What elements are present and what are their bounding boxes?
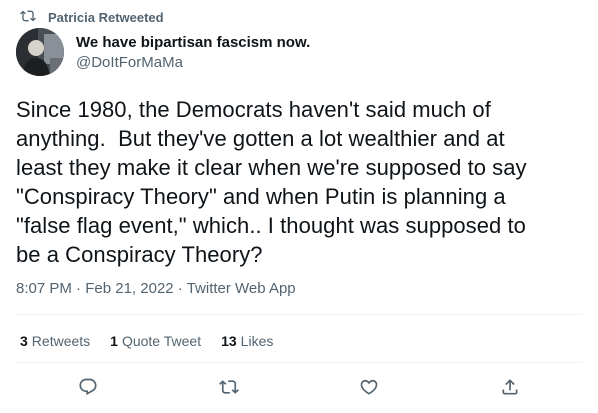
quotes-stat[interactable]: 1 Quote Tweet (110, 331, 201, 351)
author-display-name[interactable]: We have bipartisan fascism now. (76, 34, 310, 52)
tweet-stats: 3 Retweets 1 Quote Tweet 13 Likes (20, 331, 273, 351)
retweets-stat[interactable]: 3 Retweets (20, 331, 90, 351)
retweet-icon (219, 377, 239, 402)
retweet-icon (20, 8, 48, 27)
like-icon (359, 377, 379, 402)
share-button[interactable] (495, 374, 525, 404)
tweet-meta: 8:07 PM · Feb 21, 2022 · Twitter Web App (16, 279, 296, 299)
retweet-button[interactable] (214, 374, 244, 404)
retweets-count: 3 (20, 333, 28, 349)
divider (16, 314, 582, 315)
tweet-date[interactable]: Feb 21, 2022 (85, 280, 173, 297)
retweet-notice[interactable]: Patricia Retweeted (20, 8, 164, 26)
meta-separator: · (177, 280, 187, 297)
likes-count: 13 (221, 333, 237, 349)
likes-label: Likes (240, 333, 274, 349)
author-handle[interactable]: @DoItForMaMa (76, 53, 310, 73)
likes-stat[interactable]: 13 Likes (221, 331, 273, 351)
retweet-notice-text: Patricia Retweeted (48, 9, 164, 25)
action-bar (0, 374, 598, 404)
retweets-label: Retweets (31, 333, 91, 349)
avatar[interactable] (16, 28, 64, 76)
tweet-time[interactable]: 8:07 PM (16, 280, 72, 297)
reply-icon (78, 377, 98, 402)
tweet-text: Since 1980, the Democrats haven't said m… (16, 97, 527, 267)
tweet-source[interactable]: Twitter Web App (187, 280, 296, 297)
reply-button[interactable] (73, 374, 103, 404)
meta-separator: · (76, 280, 86, 297)
share-icon (500, 377, 520, 402)
quotes-label: Quote Tweet (121, 333, 202, 349)
divider (16, 362, 582, 363)
like-button[interactable] (354, 374, 384, 404)
quotes-count: 1 (110, 333, 118, 349)
